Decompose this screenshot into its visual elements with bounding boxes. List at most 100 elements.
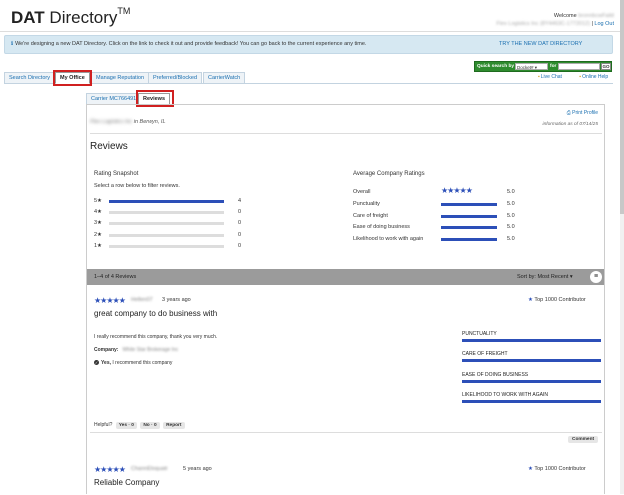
company-name: Flex Logistics Inc: [90, 119, 133, 125]
review-count: 1–4 of 4 Reviews: [94, 274, 137, 280]
rating-snapshot-subtitle: Select a row below to filter reviews.: [94, 183, 180, 189]
highlight-my-office: [53, 70, 92, 86]
rating-bar: [109, 222, 224, 226]
review-age: 3 years ago: [162, 297, 191, 303]
rating-value: 5.0: [507, 212, 515, 219]
review-title: great company to do business with: [94, 309, 218, 318]
category-rating: PUNCTUALITY: [462, 331, 601, 342]
star-level: 5★: [94, 198, 102, 204]
rating-filter-row[interactable]: 1★ 0: [94, 242, 249, 250]
company-line: Flex Logistics Inc in Berwyn, IL: [90, 119, 166, 125]
report-button[interactable]: Report: [163, 422, 185, 429]
banner-message: We're designing a new DAT Directory. Cli…: [15, 41, 367, 47]
rating-count: 0: [238, 209, 242, 216]
rating-bar: [109, 200, 224, 203]
info-as-of: information as of 07/14/25: [542, 122, 598, 127]
reviews-panel: Flex Logistics Inc in Berwyn, IL ⎙ Print…: [86, 104, 605, 494]
reviewer-name[interactable]: Hellen07: [131, 297, 153, 303]
info-icon: ℹ: [11, 41, 14, 47]
app-header: DAT DirectoryTM Welcome bronnbcwFaild Fl…: [0, 0, 624, 32]
quick-search-for-label: for: [550, 64, 557, 69]
rating-label: Ease of doing business: [353, 224, 410, 231]
quick-search-type-select[interactable]: Docket# ▾: [515, 63, 548, 70]
review-card: ★★★★★ Hellen07 3 years ago ★ Top 1000 Co…: [87, 296, 604, 443]
rating-count: 0: [238, 220, 242, 227]
rating-bar: [109, 233, 224, 237]
live-chat-link[interactable]: ▪Live Chat: [538, 74, 570, 80]
scrollbar-thumb[interactable]: [620, 0, 624, 214]
review-company: Company: White Star Brokerage Inc: [94, 347, 179, 353]
rating-filter-row[interactable]: 5★ 4: [94, 197, 249, 205]
divider: [90, 432, 602, 433]
quick-search-go-button[interactable]: GO: [601, 63, 611, 70]
helpful-no-button[interactable]: No · 0: [140, 422, 160, 429]
rating-count: 4: [238, 198, 242, 204]
sort-dropdown[interactable]: Sort by: Most Recent ▾: [517, 269, 573, 285]
tab-search-directory[interactable]: Search Directory: [4, 72, 55, 84]
tab-preferred-blocked[interactable]: Preferred/Blocked: [148, 72, 203, 84]
average-rating-row: Ease of doing business 5.0: [353, 223, 523, 231]
star-level: 4★: [94, 209, 102, 216]
rating-bar: [109, 211, 224, 215]
rating-value: 5.0: [507, 189, 515, 195]
contributor-badge: ★ Top 1000 Contributor: [528, 297, 586, 303]
print-profile-link[interactable]: ⎙ Print Profile: [567, 110, 598, 116]
helpful-yes-button[interactable]: Yes · 0: [115, 422, 137, 429]
star-icon: ★: [528, 297, 533, 303]
category-rating: EASE OF DOING BUSINESS: [462, 372, 601, 383]
dat-directory-logo[interactable]: DAT DirectoryTM: [11, 6, 130, 28]
user-name: bronnbcwFaild: [578, 13, 614, 19]
quick-search-bar: Quick search by Docket# ▾ for GO: [474, 61, 612, 72]
rating-value: 5.0: [507, 200, 515, 207]
account-line: Flex Logistics Inc (8Y4463C-1772012): [496, 21, 590, 27]
rating-label: Care of freight: [353, 212, 388, 219]
contributor-badge: ★ Top 1000 Contributor: [528, 466, 586, 472]
redesign-banner: ℹ We're designing a new DAT Directory. Cl…: [4, 35, 613, 54]
reviews-heading: Reviews: [90, 141, 128, 152]
check-icon: ✓: [94, 360, 99, 366]
review-card: ★★★★★ ChannEloquatr 5 years ago ★ Top 10…: [87, 465, 604, 495]
printer-icon: ⎙: [566, 110, 571, 116]
average-rating-row: Overall ★★★★★ 5.0: [353, 186, 523, 196]
average-rating-row: Likelihood to work with again 5.0: [353, 235, 523, 243]
average-rating-row: Punctuality 5.0: [353, 200, 523, 208]
rating-filter-row[interactable]: 3★ 0: [94, 219, 249, 227]
welcome-block: Welcome bronnbcwFaild Flex Logistics Inc…: [496, 13, 614, 27]
rating-snapshot-title: Rating Snapshot: [94, 171, 139, 177]
quick-search-input[interactable]: [558, 63, 600, 70]
helpful-row: Helpful? Yes · 0 No · 0 Report: [94, 422, 185, 429]
review-age: 5 years ago: [183, 466, 212, 472]
average-rating-row: Care of freight 5.0: [353, 212, 523, 220]
rating-bar: [441, 214, 497, 218]
star-level: 2★: [94, 231, 102, 238]
reviewer-name[interactable]: ChannEloquatr: [131, 466, 168, 472]
try-new-directory-link[interactable]: TRY THE NEW DAT DIRECTORY: [499, 36, 582, 53]
overall-stars: ★★★★★: [441, 186, 473, 195]
category-rating: CARE OF FREIGHT: [462, 351, 601, 362]
rating-count: 0: [238, 242, 242, 249]
tab-carrierwatch[interactable]: CarrierWatch: [203, 72, 246, 84]
review-recommend: ✓ Yes, I recommend this company: [94, 360, 173, 366]
online-help-link[interactable]: ▪Online Help: [579, 74, 616, 80]
star-level: 1★: [94, 242, 102, 249]
filter-menu-icon[interactable]: ≡: [590, 271, 602, 283]
rating-bar: [109, 244, 224, 248]
rating-count: 0: [238, 231, 242, 238]
help-tools: ▪Live Chat ▪Online Help: [538, 74, 624, 80]
star-level: 3★: [94, 220, 102, 227]
divider: [90, 133, 602, 134]
welcome-label: Welcome: [553, 13, 577, 19]
tab-manage-reputation[interactable]: Manage Reputation: [91, 72, 150, 84]
star-icon: ★: [528, 466, 533, 472]
rating-label: Likelihood to work with again: [353, 236, 424, 243]
page-scrollbar[interactable]: [620, 0, 624, 494]
rating-filter-row[interactable]: 4★ 0: [94, 208, 249, 216]
rating-bar: [441, 202, 497, 206]
logout-link[interactable]: Log Out: [594, 21, 614, 27]
chat-icon: ▪: [538, 74, 540, 80]
rating-label: Punctuality: [353, 200, 380, 207]
rating-filter-row[interactable]: 2★ 0: [94, 231, 249, 239]
review-list-bar: 1–4 of 4 Reviews Sort by: Most Recent ▾ …: [87, 269, 604, 285]
comment-button[interactable]: Comment: [568, 436, 599, 443]
helpful-label: Helpful?: [94, 422, 113, 428]
